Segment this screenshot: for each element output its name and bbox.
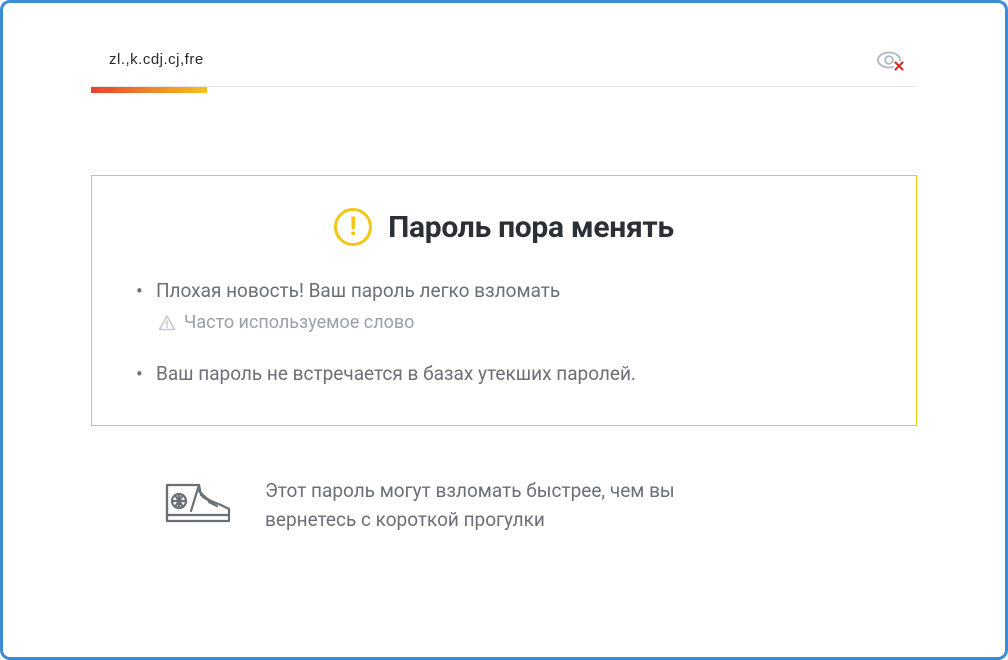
footer-text: Этот пароль могут взломать быстрее, чем … [265, 476, 675, 535]
footer-line-2: вернетесь с короткой прогулки [265, 505, 675, 534]
warning-sub-reason: Часто используемое слово [156, 309, 876, 337]
password-strength-fill [91, 87, 207, 93]
warning-item-text: Плохая новость! Ваш пароль легко взломат… [156, 279, 560, 302]
footer-note: Этот пароль могут взломать быстрее, чем … [91, 476, 917, 535]
warning-title: Пароль пора менять [388, 210, 674, 245]
app-frame: ! Пароль пора менять Плохая новость! Ваш… [0, 0, 1008, 660]
sneaker-icon [161, 477, 235, 533]
password-input-row [91, 33, 917, 87]
warning-item-text: Ваш пароль не встречается в базах утекши… [156, 362, 636, 385]
password-input[interactable] [109, 51, 877, 68]
password-warning-box: ! Пароль пора менять Плохая новость! Ваш… [91, 175, 917, 426]
warning-sub-text: Часто используемое слово [184, 309, 414, 337]
warning-item: Плохая новость! Ваш пароль легко взломат… [132, 276, 876, 337]
warning-icon: ! [334, 208, 372, 246]
hide-password-icon[interactable] [877, 48, 905, 72]
password-strength-track [91, 87, 917, 93]
footer-line-1: Этот пароль могут взломать быстрее, чем … [265, 476, 675, 505]
warning-header: ! Пароль пора менять [126, 208, 882, 246]
warning-item: Ваш пароль не встречается в базах утекши… [132, 359, 876, 388]
warning-list: Плохая новость! Ваш пароль легко взломат… [126, 276, 882, 389]
alert-triangle-icon [158, 314, 176, 332]
